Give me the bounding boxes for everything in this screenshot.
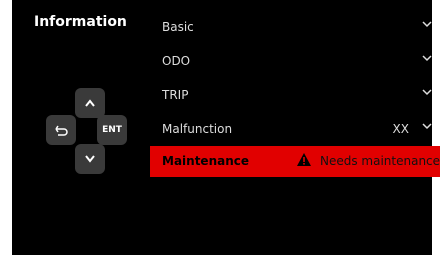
menu-item-label: Basic (162, 20, 194, 34)
malfunction-value: XX (392, 122, 409, 136)
chevron-down-icon (422, 89, 432, 96)
menu-item-basic[interactable]: Basic (150, 12, 440, 42)
menu-item-maintenance[interactable]: Maintenance Needs maintenance (150, 146, 440, 177)
menu-item-odo[interactable]: ODO (150, 46, 440, 76)
back-arrow-icon (55, 125, 68, 136)
dpad-back-button[interactable] (46, 115, 76, 145)
menu-item-trip[interactable]: TRIP (150, 80, 440, 110)
dpad-up-button[interactable] (75, 88, 105, 118)
dpad-enter-button[interactable]: ENT (97, 115, 127, 145)
chevron-up-icon (85, 99, 95, 107)
dpad-down-button[interactable] (75, 144, 105, 174)
menu-item-label: TRIP (162, 88, 189, 102)
menu-item-malfunction[interactable]: Malfunction XX (150, 114, 440, 144)
display-screen: Information ENT Basic ODO TRIP Malfuncti… (12, 0, 440, 255)
menu-item-label: Maintenance (162, 154, 250, 168)
chevron-down-icon (85, 155, 95, 163)
page-title: Information (34, 14, 127, 30)
menu-item-label: ODO (162, 54, 191, 68)
warning-triangle-icon (297, 153, 311, 166)
chevron-down-icon (422, 55, 432, 62)
chevron-down-icon (422, 21, 432, 28)
menu-item-label: Malfunction (162, 122, 233, 136)
maintenance-status-text: Needs maintenance (320, 154, 440, 168)
chevron-down-icon (422, 123, 432, 130)
